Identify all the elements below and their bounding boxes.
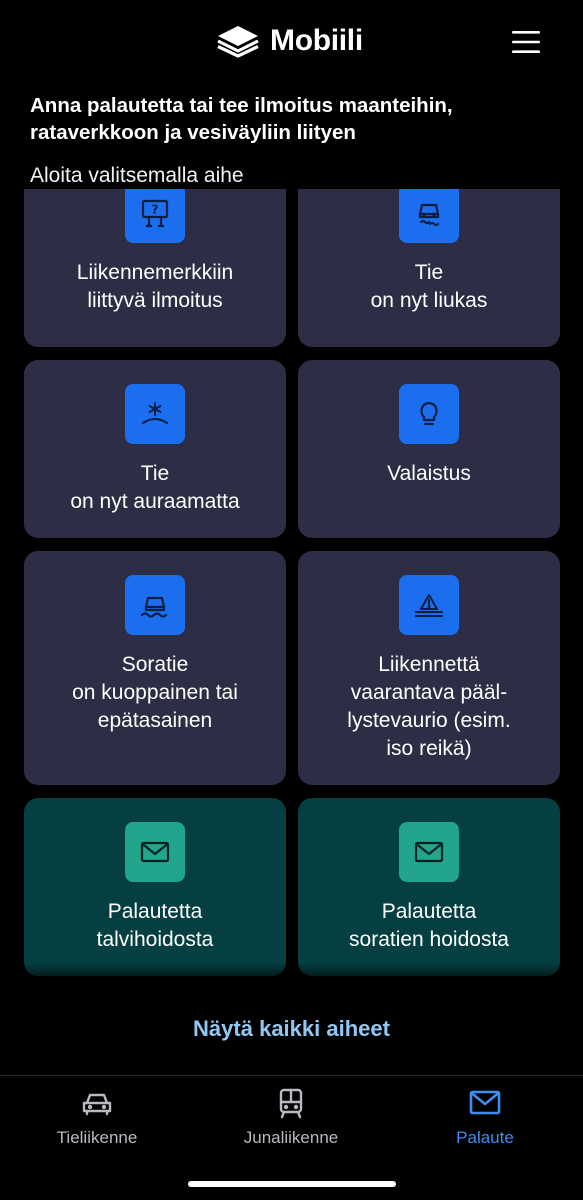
train-icon — [279, 1088, 303, 1119]
topic-grid: ? Liikennemerkkiin liittyvä ilmoitus Tie… — [0, 189, 583, 984]
topic-card-label: Palautetta talvihoidosta — [96, 900, 214, 951]
topic-card-road-sign[interactable]: ? Liikennemerkkiin liittyvä ilmoitus — [24, 189, 286, 347]
topic-card-winter-feedback[interactable]: Palautetta talvihoidosta — [24, 798, 286, 976]
topic-card-pavement-damage[interactable]: Liikennettä vaarantava pääl- lystevaurio… — [298, 551, 560, 785]
topic-card-unplowed-road[interactable]: Tie on nyt auraamatta — [24, 360, 286, 538]
mail-icon — [469, 1090, 501, 1115]
mail-icon — [125, 822, 185, 882]
road-hazard-icon — [399, 575, 459, 635]
tab-road-traffic[interactable]: Tieliikenne — [0, 1086, 194, 1148]
lightbulb-icon — [399, 384, 459, 444]
bumpy-road-car-icon — [125, 575, 185, 635]
show-all-topics-button[interactable]: Näytä kaikki aiheet — [0, 984, 583, 1074]
tab-train-traffic[interactable]: Junaliikenne — [194, 1086, 388, 1148]
stacked-layers-icon — [217, 26, 259, 58]
tab-label: Junaliikenne — [243, 1128, 339, 1147]
tab-label: Tieliikenne — [56, 1128, 138, 1147]
hamburger-menu-icon[interactable] — [510, 28, 542, 56]
topic-card-label: Liikennettä vaarantava pääl- lystevaurio… — [347, 653, 511, 760]
top-bar: Mobiili — [0, 0, 583, 86]
topic-card-label: Tie on nyt auraamatta — [70, 462, 240, 513]
topic-card-gravel-road[interactable]: Soratie on kuoppainen tai epätasainen — [24, 551, 286, 785]
topic-card-label: Valaistus — [387, 462, 471, 485]
mail-icon — [399, 822, 459, 882]
topic-card-gravel-feedback[interactable]: Palautetta soratien hoidosta — [298, 798, 560, 976]
intro-heading: Anna palautetta tai tee ilmoitus maantei… — [30, 94, 453, 144]
topic-card-lighting[interactable]: Valaistus — [298, 360, 560, 538]
svg-text:?: ? — [152, 203, 159, 217]
intro-subheading: Aloita valitsemalla aihe — [30, 164, 244, 187]
tab-label: Palaute — [456, 1128, 514, 1147]
topic-card-label: Soratie on kuoppainen tai epätasainen — [72, 653, 238, 732]
snow-road-icon — [125, 384, 185, 444]
car-icon — [82, 1093, 112, 1116]
road-sign-icon: ? — [125, 189, 185, 243]
topic-card-label: Tie on nyt liukas — [370, 261, 488, 312]
tab-feedback[interactable]: Palaute — [388, 1086, 582, 1148]
topic-card-label: Liikennemerkkiin liittyvä ilmoitus — [76, 261, 234, 312]
home-indicator — [188, 1181, 396, 1187]
app-title: Mobiili — [270, 24, 363, 57]
scroll-fade — [0, 962, 583, 986]
slippery-car-icon — [399, 189, 459, 243]
topic-card-label: Palautetta soratien hoidosta — [349, 900, 509, 951]
topic-card-slippery-road[interactable]: Tie on nyt liukas — [298, 189, 560, 347]
app-logo: Mobiili — [214, 24, 363, 58]
